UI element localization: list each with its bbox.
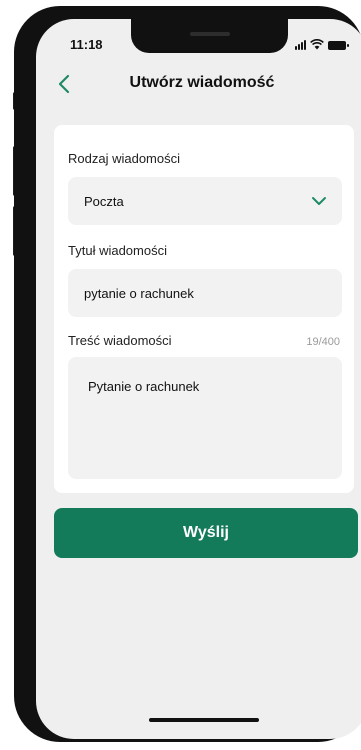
header: Utwórz wiadomość <box>36 69 361 105</box>
signal-icon <box>295 40 306 50</box>
message-type-value: Poczta <box>84 194 124 209</box>
message-title-value: pytanie o rachunek <box>84 286 194 301</box>
phone-frame: 11:18 Utwórz wiadomość Rodzaj wiadomości <box>14 6 361 742</box>
message-content-value: Pytanie o rachunek <box>88 379 200 394</box>
message-form-card: Rodzaj wiadomości Poczta Tytuł wiadomośc… <box>54 125 354 493</box>
page-title: Utwórz wiadomość <box>129 74 275 91</box>
notch <box>131 19 288 53</box>
home-indicator <box>149 718 259 722</box>
message-content-label: Treść wiadomości <box>68 333 172 348</box>
message-title-input[interactable]: pytanie o rachunek <box>68 269 342 317</box>
wifi-icon <box>310 39 324 50</box>
message-type-label: Rodzaj wiadomości <box>68 151 180 166</box>
character-counter: 19/400 <box>306 336 340 348</box>
send-button[interactable]: Wyślij <box>54 508 358 558</box>
message-content-textarea[interactable]: Pytanie o rachunek <box>68 357 342 479</box>
status-time: 11:18 <box>70 37 103 52</box>
battery-icon <box>328 41 349 50</box>
chevron-down-icon <box>312 197 326 205</box>
speaker <box>190 32 230 36</box>
status-icons <box>295 39 349 50</box>
screen: 11:18 Utwórz wiadomość Rodzaj wiadomości <box>36 19 361 739</box>
message-type-select[interactable]: Poczta <box>68 177 342 225</box>
message-title-label: Tytuł wiadomości <box>68 243 167 258</box>
